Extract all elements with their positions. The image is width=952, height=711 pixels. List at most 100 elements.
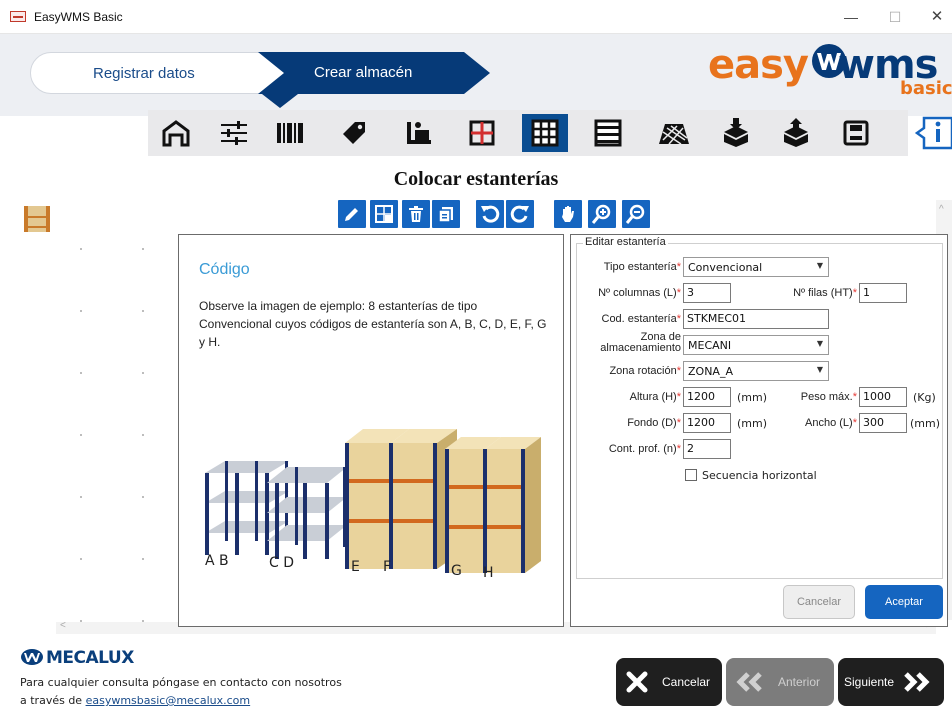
step-label: Crear almacén bbox=[314, 64, 413, 81]
edit-rack-panel: Editar estantería Tipo estantería* Conve… bbox=[570, 234, 948, 627]
barcode-icon[interactable] bbox=[270, 114, 310, 152]
edit-toolbar bbox=[336, 200, 658, 230]
cod-input[interactable]: STKMEC01 bbox=[683, 309, 829, 329]
footer-cancel-button[interactable]: Cancelar bbox=[616, 658, 722, 706]
step-registrar-datos[interactable]: Registrar datos bbox=[30, 52, 298, 94]
minimize-button[interactable]: — bbox=[836, 6, 866, 28]
contact-text: Para cualquier consulta póngase en conta… bbox=[20, 676, 342, 707]
double-chevron-right-icon bbox=[904, 672, 930, 692]
rack-label-f: F bbox=[383, 559, 392, 575]
rack-label-ab: A B bbox=[205, 553, 229, 569]
altura-input[interactable]: 1200 bbox=[683, 387, 731, 407]
chevron-down-icon: ▼ bbox=[816, 365, 823, 374]
ancho-unit: (mm) bbox=[910, 417, 941, 430]
box-out-icon[interactable] bbox=[776, 114, 816, 152]
filas-input[interactable]: 1 bbox=[859, 283, 907, 303]
copy-icon[interactable] bbox=[432, 200, 460, 228]
close-icon bbox=[626, 671, 648, 693]
form-cancel-button[interactable]: Cancelar bbox=[783, 585, 855, 619]
columnas-input[interactable]: 3 bbox=[683, 283, 731, 303]
grid-select-icon[interactable] bbox=[370, 200, 398, 228]
edit-rack-fieldset: Editar estantería Tipo estantería* Conve… bbox=[576, 236, 943, 579]
step-label: Registrar datos bbox=[93, 65, 195, 82]
footer-previous-button[interactable]: Anterior bbox=[726, 658, 834, 706]
scroll-left-icon[interactable]: < bbox=[60, 620, 66, 631]
filas-label: Nº filas (HT)* bbox=[793, 287, 857, 299]
pencil-icon[interactable] bbox=[338, 200, 366, 228]
brand-easy: easy bbox=[708, 42, 809, 88]
zona-almacenamiento-select[interactable]: MECANI ▼ bbox=[683, 335, 829, 355]
secuencia-horizontal-checkbox[interactable] bbox=[685, 469, 697, 481]
warehouse-icon[interactable] bbox=[156, 114, 196, 152]
ancho-label: Ancho (L)* bbox=[805, 417, 857, 429]
page-title: Colocar estanterías bbox=[393, 168, 559, 190]
tipo-select[interactable]: Convencional ▼ bbox=[683, 257, 829, 277]
company-name: MECALUX bbox=[46, 648, 134, 668]
rack-label-cd: C D bbox=[269, 555, 295, 571]
floor-icon[interactable] bbox=[654, 114, 694, 152]
peso-unit: (Kg) bbox=[913, 391, 936, 404]
columnas-label: Nº columnas (L)* bbox=[598, 287, 681, 299]
app-window: EasyWMS Basic — ☐ ✕ Registrar datos Crea… bbox=[0, 0, 952, 711]
altura-label: Altura (H)* bbox=[629, 391, 681, 403]
form-accept-button[interactable]: Aceptar bbox=[865, 585, 943, 619]
maximize-button[interactable]: ☐ bbox=[880, 6, 910, 28]
redo-icon[interactable] bbox=[506, 200, 534, 228]
left-rail bbox=[0, 162, 20, 636]
footer-next-button[interactable]: Siguiente bbox=[838, 658, 944, 706]
fondo-label: Fondo (D)* bbox=[627, 417, 681, 429]
step-pointer bbox=[262, 94, 298, 108]
rack-example-illustration bbox=[205, 429, 541, 573]
tag-icon[interactable] bbox=[334, 114, 374, 152]
secuencia-horizontal-label: Secuencia horizontal bbox=[702, 469, 817, 482]
email-link[interactable]: easywmsbasic@mecalux.com bbox=[86, 694, 251, 707]
worker-icon[interactable] bbox=[398, 114, 438, 152]
window-title: EasyWMS Basic bbox=[34, 10, 123, 24]
rack-cd-image bbox=[267, 467, 347, 559]
app-icon bbox=[10, 11, 26, 22]
close-button[interactable]: ✕ bbox=[922, 6, 952, 28]
zoom-in-icon[interactable] bbox=[588, 200, 616, 228]
chevron-down-icon: ▼ bbox=[816, 339, 823, 348]
cont-prof-input[interactable]: 2 bbox=[683, 439, 731, 459]
box-in-icon[interactable] bbox=[716, 114, 756, 152]
fondo-input[interactable]: 1200 bbox=[683, 413, 731, 433]
help-text: Observe la imagen de ejemplo: 8 estanter… bbox=[199, 299, 547, 349]
grid-red-icon[interactable] bbox=[462, 114, 502, 152]
step-crear-almacen[interactable]: Crear almacén bbox=[258, 52, 490, 94]
double-chevron-left-icon bbox=[736, 672, 762, 692]
zoom-out-icon[interactable] bbox=[622, 200, 650, 228]
shelf-icon[interactable] bbox=[588, 114, 628, 152]
rack-label-e: E bbox=[351, 559, 360, 575]
scroll-up-icon[interactable]: ^ bbox=[939, 204, 944, 215]
rack-palette-icon[interactable] bbox=[22, 204, 52, 234]
main-toolbar bbox=[148, 110, 908, 156]
tipo-label: Tipo estantería* bbox=[603, 261, 681, 273]
title-bar: EasyWMS Basic — ☐ ✕ bbox=[0, 0, 952, 34]
ancho-input[interactable]: 300 bbox=[859, 413, 907, 433]
zona-rotacion-select[interactable]: ZONA_A ▼ bbox=[683, 361, 829, 381]
header: Registrar datos Crear almacén easy wms b… bbox=[0, 34, 952, 116]
mecalux-logo-icon bbox=[21, 649, 43, 665]
brand-basic: basic bbox=[900, 78, 952, 99]
save-icon[interactable] bbox=[836, 114, 876, 152]
altura-unit: (mm) bbox=[737, 391, 768, 404]
fieldset-legend: Editar estantería bbox=[583, 236, 668, 248]
chevron-down-icon: ▼ bbox=[816, 261, 823, 270]
rack-label-g: G bbox=[451, 563, 462, 579]
zona-almacenamiento-label: Zona de almacenamiento bbox=[600, 331, 681, 354]
hand-icon[interactable] bbox=[554, 200, 582, 228]
fondo-unit: (mm) bbox=[737, 417, 768, 430]
help-panel: Código Observe la imagen de ejemplo: 8 e… bbox=[178, 234, 564, 627]
info-icon[interactable] bbox=[914, 114, 952, 152]
peso-input[interactable]: 1000 bbox=[859, 387, 907, 407]
help-title: Código bbox=[199, 261, 250, 278]
undo-icon[interactable] bbox=[476, 200, 504, 228]
sliders-icon[interactable] bbox=[214, 114, 254, 152]
rack-grid-icon[interactable] bbox=[522, 114, 568, 152]
zona-rotacion-label: Zona rotación* bbox=[609, 365, 681, 377]
peso-label: Peso máx.* bbox=[800, 391, 857, 403]
rack-gh-image bbox=[445, 437, 541, 573]
rack-label-h: H bbox=[483, 565, 494, 581]
trash-icon[interactable] bbox=[402, 200, 430, 228]
